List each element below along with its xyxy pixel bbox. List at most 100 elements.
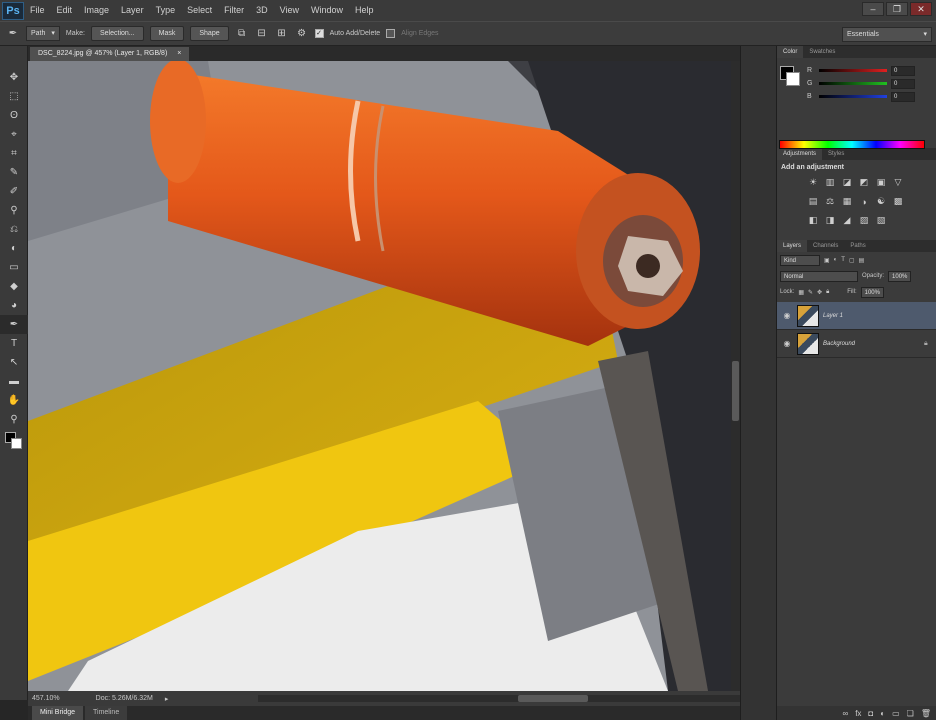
adjustment-1-2-icon[interactable]: ▦ [841, 196, 853, 208]
adjustment-2-1-icon[interactable]: ◨ [824, 215, 836, 227]
menu-file[interactable]: File [24, 0, 51, 21]
document-tab[interactable]: DSC_8224.jpg @ 457% (Layer 1, RGB/8) × [30, 47, 190, 61]
tool-0-icon[interactable]: ✥ [0, 68, 28, 87]
menu-select[interactable]: Select [181, 0, 218, 21]
vertical-scroll-thumb[interactable] [732, 361, 739, 421]
menu-3d[interactable]: 3D [250, 0, 274, 21]
adjustment-0-4-icon[interactable]: ▣ [875, 177, 887, 189]
channel-slider[interactable] [819, 82, 887, 85]
align-edges-checkbox[interactable] [386, 29, 396, 38]
path-alignment-icon[interactable]: ⊟ [255, 27, 269, 41]
make-mask-button[interactable]: Mask [149, 26, 185, 41]
menu-filter[interactable]: Filter [218, 0, 250, 21]
adjustment-2-3-icon[interactable]: ▨ [858, 215, 870, 227]
status-arrow-icon[interactable]: ▸ [165, 695, 169, 703]
channel-slider[interactable] [819, 95, 887, 98]
adjustment-0-3-icon[interactable]: ◩ [858, 177, 870, 189]
filter-pixel-icon[interactable]: ▣ [824, 257, 830, 264]
tool-10-icon[interactable]: ▭ [0, 258, 28, 277]
layer-row[interactable]: ◉ Background 🔒︎ [777, 330, 936, 358]
menu-layer[interactable]: Layer [115, 0, 150, 21]
make-selection-button[interactable]: Selection... [90, 26, 144, 41]
tool-7-icon[interactable]: ⚲ [0, 201, 28, 220]
opacity-field[interactable]: 100% [888, 270, 912, 282]
adjustment-0-1-icon[interactable]: ▥ [824, 177, 836, 189]
eye-icon[interactable]: ◉ [781, 339, 793, 348]
tab-layers[interactable]: Layers [777, 240, 808, 252]
tab-paths[interactable]: Paths [844, 240, 871, 252]
eye-icon[interactable]: ◉ [781, 311, 793, 320]
fill-field[interactable]: 100% [860, 286, 884, 298]
channel-value[interactable]: 0 [891, 65, 915, 76]
pen-tool-icon[interactable]: ✒ [6, 27, 20, 41]
filter-shape-icon[interactable]: ▢ [849, 257, 855, 264]
add-mask-icon[interactable]: ◘ [868, 709, 873, 718]
path-arrangement-icon[interactable]: ⊞ [275, 27, 289, 41]
adjustment-1-0-icon[interactable]: ▤ [807, 196, 819, 208]
menu-edit[interactable]: Edit [51, 0, 79, 21]
adjustment-0-5-icon[interactable]: ▽ [892, 177, 904, 189]
filter-type-icon[interactable]: T [841, 257, 845, 263]
channel-value[interactable]: 0 [891, 78, 915, 89]
tool-16-icon[interactable]: ▬ [0, 372, 28, 391]
tool-14-icon[interactable]: T [0, 334, 28, 353]
tab-swatches[interactable]: Swatches [803, 46, 841, 58]
tool-18-icon[interactable]: ⚲ [0, 410, 28, 429]
adjustment-2-2-icon[interactable]: ◢ [841, 215, 853, 227]
auto-add-delete-checkbox[interactable]: ✓ [314, 29, 324, 38]
tool-8-icon[interactable]: ⎌ [0, 220, 28, 239]
tool-5-icon[interactable]: ✎ [0, 163, 28, 182]
tab-styles[interactable]: Styles [822, 148, 850, 160]
adjustment-0-2-icon[interactable]: ◪ [841, 177, 853, 189]
tool-6-icon[interactable]: ✐ [0, 182, 28, 201]
tab-mini-bridge[interactable]: Mini Bridge [32, 706, 84, 720]
adjustment-1-4-icon[interactable]: ☯ [875, 196, 887, 208]
channel-value[interactable]: 0 [891, 91, 915, 102]
zoom-level[interactable]: 457.10% [32, 695, 60, 702]
tool-13-icon[interactable]: ✒ [0, 315, 28, 334]
menu-image[interactable]: Image [78, 0, 115, 21]
tool-9-icon[interactable]: ◐ [0, 239, 28, 258]
channel-slider[interactable] [819, 69, 887, 72]
adjustment-1-3-icon[interactable]: ◑ [858, 196, 870, 208]
lock-all-icon[interactable]: 🔒︎ [826, 289, 829, 296]
lock-paint-icon[interactable]: ✎ [808, 289, 813, 296]
tab-adjustments[interactable]: Adjustments [777, 148, 823, 160]
blend-mode-dropdown[interactable]: Normal [780, 270, 858, 282]
new-group-icon[interactable]: ▭ [892, 709, 900, 718]
menu-window[interactable]: Window [305, 0, 349, 21]
menu-help[interactable]: Help [349, 0, 380, 21]
tool-12-icon[interactable]: ◕ [0, 296, 28, 315]
close-button[interactable]: ✕ [910, 2, 932, 16]
workspace-dropdown[interactable]: Essentials ▾ [842, 27, 932, 42]
tool-11-icon[interactable]: ◆ [0, 277, 28, 296]
adjustment-2-4-icon[interactable]: ▧ [875, 215, 887, 227]
menu-view[interactable]: View [274, 0, 305, 21]
tab-channels[interactable]: Channels [807, 240, 844, 252]
filter-smart-icon[interactable]: ▤ [859, 257, 865, 264]
filter-adjustment-icon[interactable]: ◐ [834, 257, 838, 263]
fx-icon[interactable]: fx [855, 709, 861, 718]
horizontal-scroll-thumb[interactable] [518, 695, 588, 702]
color-spectrum[interactable] [779, 140, 925, 149]
layer-kind-dropdown[interactable]: Kind [780, 254, 820, 266]
trash-icon[interactable]: 🗑︎ [921, 709, 931, 718]
layer-row[interactable]: ◉ Layer 1 [777, 302, 936, 330]
new-layer-icon[interactable]: ❏ [907, 709, 914, 718]
background-color-swatch[interactable] [786, 72, 800, 86]
adjustment-1-5-icon[interactable]: ▩ [892, 196, 904, 208]
gear-icon[interactable]: ⚙ [295, 27, 309, 41]
lock-move-icon[interactable]: ✥ [817, 289, 822, 296]
menu-type[interactable]: Type [150, 0, 182, 21]
adjustment-2-0-icon[interactable]: ◧ [807, 215, 819, 227]
tab-timeline[interactable]: Timeline [85, 706, 128, 720]
tab-color[interactable]: Color [777, 46, 804, 58]
new-adjustment-icon[interactable]: ◐ [880, 709, 885, 718]
horizontal-scrollbar[interactable] [258, 695, 758, 702]
tool-mode-dropdown[interactable]: Path ▾ [26, 26, 60, 41]
tool-4-icon[interactable]: ⌗ [0, 144, 28, 163]
color-swatches[interactable] [0, 429, 28, 455]
tool-1-icon[interactable]: ⬚ [0, 87, 28, 106]
tool-3-icon[interactable]: ⌖ [0, 125, 28, 144]
background-swatch[interactable] [11, 438, 22, 449]
